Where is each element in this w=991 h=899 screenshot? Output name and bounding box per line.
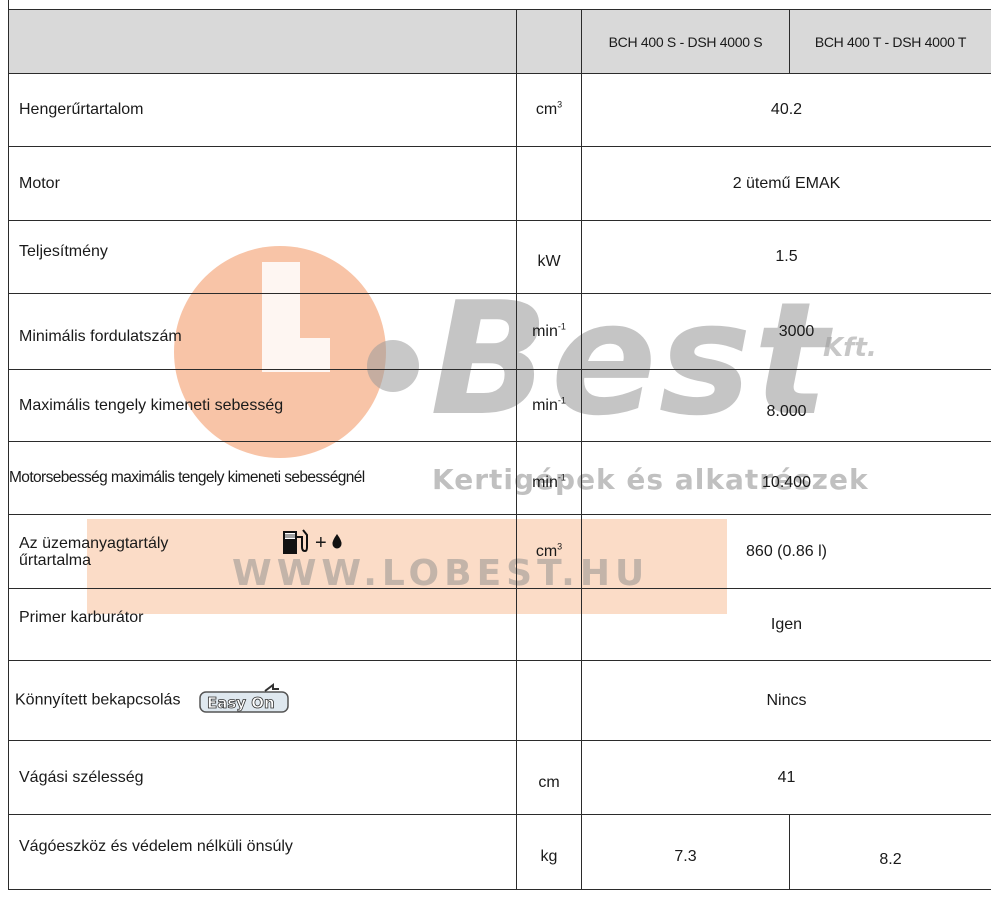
table-row: Motorsebesség maximális tengely kimeneti… [8, 441, 991, 515]
table-row: Minimális fordulatszám min-1 3000 [8, 293, 991, 370]
easy-on-logo: Easy On [199, 683, 289, 718]
row-label: Maximális tengely kimeneti sebesség [8, 369, 517, 442]
row-unit: min-1 [516, 441, 582, 515]
row-unit: kg [516, 814, 582, 890]
table-row: Hengerűrtartalom cm3 40.2 [8, 73, 991, 147]
row-unit: cm [516, 740, 582, 815]
row-label: Motor [8, 146, 517, 221]
row-value: 41 [581, 740, 991, 815]
row-label: Könnyített bekapcsolás Easy On [8, 660, 517, 741]
row-value: 2 ütemű EMAK [581, 146, 991, 221]
header-unit-cell [516, 9, 582, 74]
row-label: Az üzemanyagtartály űrtartalma + [8, 514, 517, 589]
row-unit: cm3 [516, 73, 582, 147]
row-label: Vágóeszköz és védelem nélküli önsúly [8, 814, 517, 890]
row-value: 3000 [581, 293, 991, 370]
table-row: Motor 2 ütemű EMAK [8, 146, 991, 221]
row-unit [516, 588, 582, 661]
row-label: Motorsebesség maximális tengely kimeneti… [8, 441, 517, 515]
row-value-2: 8.2 [789, 814, 991, 890]
row-label: Primer karburátor [8, 588, 517, 661]
fuel-icons: + [281, 527, 343, 559]
plus-sign: + [315, 531, 327, 554]
table-row: Az üzemanyagtartály űrtartalma + cm3 860… [8, 514, 991, 589]
header-model-2: BCH 400 T - DSH 4000 T [789, 9, 991, 74]
row-value-1: 7.3 [581, 814, 790, 890]
row-unit: min-1 [516, 293, 582, 370]
row-label: Teljesítmény [8, 220, 517, 294]
row-unit: min-1 [516, 369, 582, 442]
row-value: Nincs [581, 660, 991, 741]
row-value: Igen [581, 588, 991, 661]
table-row: Primer karburátor Igen [8, 588, 991, 661]
row-unit [516, 660, 582, 741]
table-row: Könnyített bekapcsolás Easy On Nincs [8, 660, 991, 741]
oil-drop-icon [331, 533, 343, 553]
row-value: 40.2 [581, 73, 991, 147]
header-label-cell [8, 9, 517, 74]
row-value: 8.000 [581, 369, 991, 442]
row-unit [516, 146, 582, 221]
row-label: Vágási szélesség [8, 740, 517, 815]
row-unit: cm3 [516, 514, 582, 589]
table-row: Vágási szélesség cm 41 [8, 740, 991, 815]
row-label: Hengerűrtartalom [8, 73, 517, 147]
row-value: 1.5 [581, 220, 991, 294]
spec-table: BCH 400 S - DSH 4000 S BCH 400 T - DSH 4… [8, 9, 991, 890]
table-row: Maximális tengely kimeneti sebesség min-… [8, 369, 991, 442]
fuel-pump-icon [281, 527, 311, 559]
table-row: Teljesítmény kW 1.5 [8, 220, 991, 294]
row-unit: kW [516, 220, 582, 294]
easy-label: Könnyített bekapcsolás [15, 691, 181, 709]
row-value: 860 (0.86 l) [581, 514, 991, 589]
svg-text:Easy On: Easy On [207, 694, 275, 712]
row-value: 10.400 [581, 441, 991, 515]
table-header-row: BCH 400 S - DSH 4000 S BCH 400 T - DSH 4… [8, 9, 991, 74]
header-model-1: BCH 400 S - DSH 4000 S [581, 9, 790, 74]
fuel-label: Az üzemanyagtartály űrtartalma [19, 534, 169, 569]
row-label: Minimális fordulatszám [8, 293, 517, 370]
table-row: Vágóeszköz és védelem nélküli önsúly kg … [8, 814, 991, 890]
